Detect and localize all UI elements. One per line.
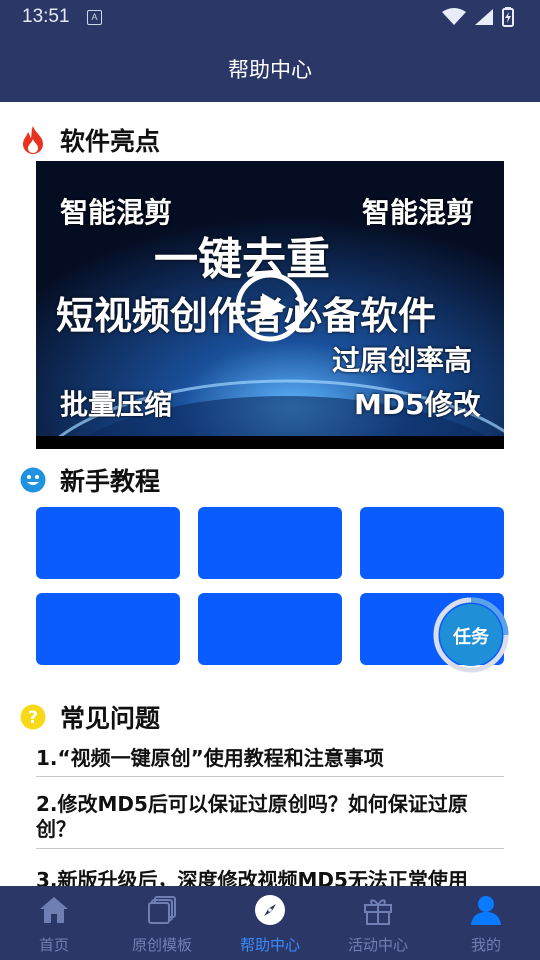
tutorial-tile[interactable] — [198, 507, 342, 579]
tab-label: 原创模板 — [131, 936, 192, 954]
video-text: 过原创率高 — [332, 344, 473, 377]
question-icon: ? — [20, 704, 46, 730]
promo-video[interactable]: 智能混剪 智能混剪 一键去重 短视频创作者必备软件 过原创率高 批量压缩 MD5… — [36, 161, 504, 449]
video-text: 批量压缩 — [60, 388, 173, 421]
video-text: 智能混剪 — [362, 196, 475, 229]
bottom-tab-bar: 首页 原创模板 帮助中心 活动中心 我的 — [0, 886, 540, 960]
tab-activity-center[interactable]: 活动中心 — [324, 886, 432, 960]
tab-label: 首页 — [38, 936, 69, 954]
tutorial-tile[interactable] — [198, 593, 342, 665]
smiley-icon — [20, 467, 46, 493]
tab-home[interactable]: 首页 — [0, 886, 108, 960]
tutorials-title: 新手教程 — [60, 467, 161, 496]
faq-title: 常见问题 — [60, 704, 161, 733]
task-button[interactable]: 任务 — [432, 596, 510, 674]
tab-profile[interactable]: 我的 — [432, 886, 540, 960]
faq-item[interactable]: 2.修改MD5后可以保证过原创吗？如何保证过原创？ — [36, 792, 504, 849]
gift-icon — [364, 899, 392, 925]
wifi-icon — [442, 8, 466, 25]
faq-item[interactable]: 1.“视频一键原创”使用教程和注意事项 — [36, 742, 504, 777]
status-icons — [442, 7, 514, 27]
faq-item-text: 2.修改MD5后可以保证过原创吗？如何保证过原创？ — [36, 792, 468, 841]
status-time: 13:51 — [22, 6, 70, 27]
tutorials-heading: 新手教程 — [20, 462, 160, 498]
tutorial-tile[interactable] — [360, 507, 504, 579]
tab-templates[interactable]: 原创模板 — [108, 886, 216, 960]
user-icon — [471, 896, 501, 925]
signal-icon — [475, 9, 493, 25]
video-text: MD5修改 — [354, 388, 481, 421]
compass-icon — [255, 895, 285, 925]
faq-item-text: 1.“视频一键原创”使用教程和注意事项 — [36, 746, 384, 770]
faq-heading: ? 常见问题 — [20, 699, 160, 735]
highlights-heading: 软件亮点 — [20, 122, 160, 158]
home-icon — [40, 897, 68, 923]
battery-icon — [502, 7, 514, 27]
highlights-title: 软件亮点 — [60, 127, 161, 156]
tutorial-tile[interactable] — [36, 593, 180, 665]
template-icon — [148, 896, 176, 924]
faq-item[interactable]: 3.新版升级后，深度修改视频MD5无法正常使用 — [36, 864, 504, 888]
task-label: 任务 — [453, 627, 489, 648]
tab-help-center[interactable]: 帮助中心 — [216, 886, 324, 960]
tab-label: 帮助中心 — [239, 936, 300, 954]
notification-badge: A — [87, 10, 102, 25]
faq-item-text: 3.新版升级后，深度修改视频MD5无法正常使用 — [36, 868, 468, 888]
tab-label: 活动中心 — [347, 936, 408, 954]
play-icon[interactable] — [234, 271, 306, 343]
title-bar: 帮助中心 — [0, 34, 540, 102]
fire-icon — [23, 126, 43, 154]
tab-label: 我的 — [470, 936, 501, 954]
status-bar: 13:51 A — [0, 0, 540, 34]
svg-text:?: ? — [28, 708, 38, 728]
tutorial-tile[interactable] — [36, 507, 180, 579]
page-title: 帮助中心 — [228, 58, 312, 82]
